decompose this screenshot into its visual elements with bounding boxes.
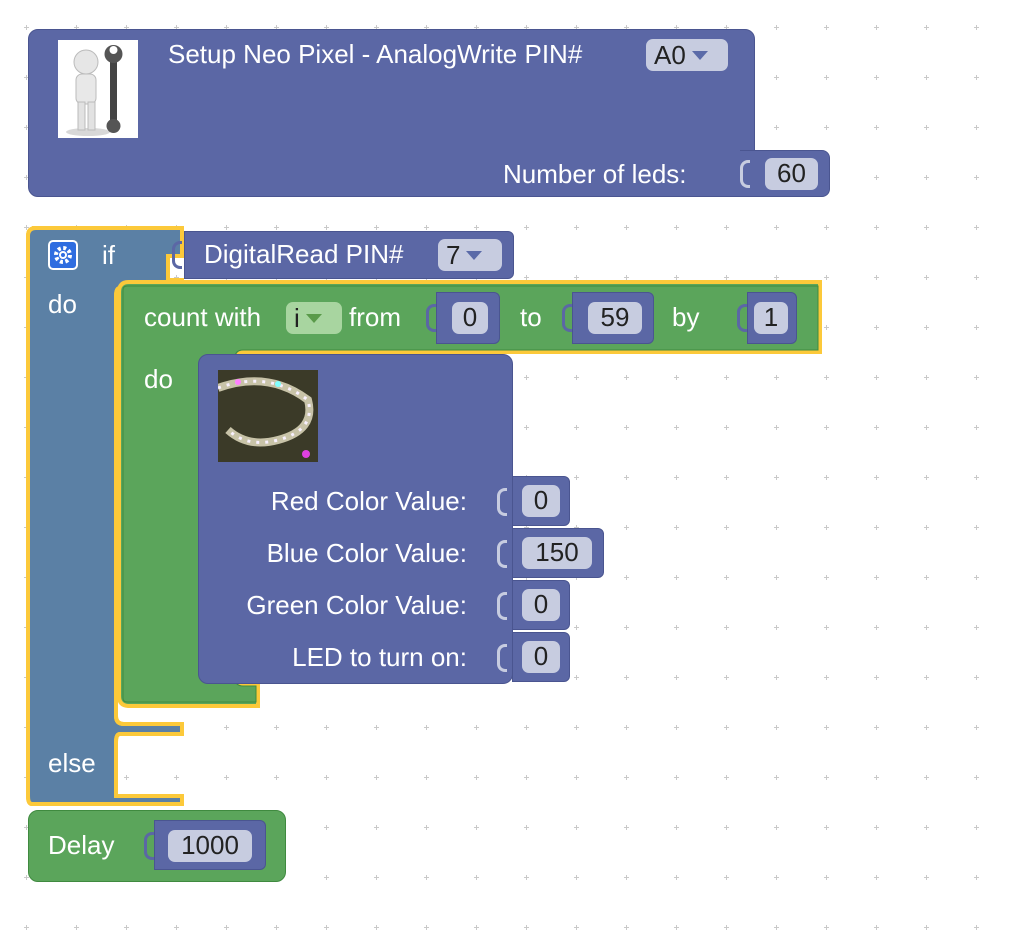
- else-label: else: [48, 748, 96, 778]
- chevron-down-icon: [466, 250, 483, 260]
- neopixel-row-label: Red Color Value:: [270, 486, 467, 516]
- setup-neopixel-title: Setup Neo Pixel - AnalogWrite PIN#: [168, 39, 583, 69]
- input-connector: [497, 488, 507, 516]
- delay-value-field[interactable]: 1000: [168, 830, 252, 862]
- if-label: if: [102, 240, 115, 270]
- if-do-label: do: [48, 289, 77, 319]
- gear-icon[interactable]: [48, 240, 78, 270]
- from-value-field[interactable]: 0: [452, 302, 488, 334]
- setup-pin-value: A0: [654, 40, 686, 70]
- input-connector: [562, 304, 572, 332]
- neopixel-row-label: Blue Color Value:: [266, 538, 467, 568]
- number-of-leds-label: Number of leds:: [503, 159, 687, 189]
- input-connector: [737, 304, 747, 332]
- input-connector: [144, 832, 154, 860]
- count-to-label: to: [520, 302, 542, 332]
- digitalread-pin-value: 7: [446, 240, 461, 270]
- input-connector: [426, 304, 436, 332]
- count-variable-value: i: [294, 303, 300, 333]
- neopixel-row-label: Green Color Value:: [246, 590, 467, 620]
- neopixel-row-value-field[interactable]: 0: [522, 589, 560, 621]
- digitalread-pin-dropdown[interactable]: 7: [438, 239, 502, 271]
- setup-pin-dropdown[interactable]: A0: [646, 39, 728, 71]
- chevron-down-icon: [305, 313, 322, 323]
- count-from-label: from: [349, 302, 401, 332]
- count-by-label: by: [672, 302, 700, 332]
- number-of-leds-field[interactable]: 60: [765, 158, 818, 190]
- neopixel-row-label: LED to turn on:: [292, 642, 467, 672]
- neopixel-row-value-field[interactable]: 0: [522, 485, 560, 517]
- count-with-label: count with: [144, 302, 262, 332]
- digitalread-label: DigitalRead PIN#: [204, 239, 404, 269]
- input-connector: [497, 592, 507, 620]
- neopixel-row-value-field[interactable]: 150: [522, 537, 592, 569]
- count-variable-dropdown[interactable]: i: [286, 302, 342, 334]
- neopixel-row-value-field[interactable]: 0: [522, 641, 560, 673]
- mechanic-with-wrench-icon: [58, 40, 138, 138]
- delay-label: Delay: [48, 830, 115, 860]
- input-connector: [740, 160, 750, 188]
- input-connector: [497, 644, 507, 672]
- count-do-label: do: [144, 364, 173, 394]
- to-value-field[interactable]: 59: [588, 302, 642, 334]
- chevron-down-icon: [691, 50, 708, 60]
- input-connector: [497, 540, 507, 568]
- input-connector: [172, 241, 182, 269]
- led-strip-photo-icon: [218, 370, 318, 462]
- by-value-field[interactable]: 1: [754, 302, 788, 334]
